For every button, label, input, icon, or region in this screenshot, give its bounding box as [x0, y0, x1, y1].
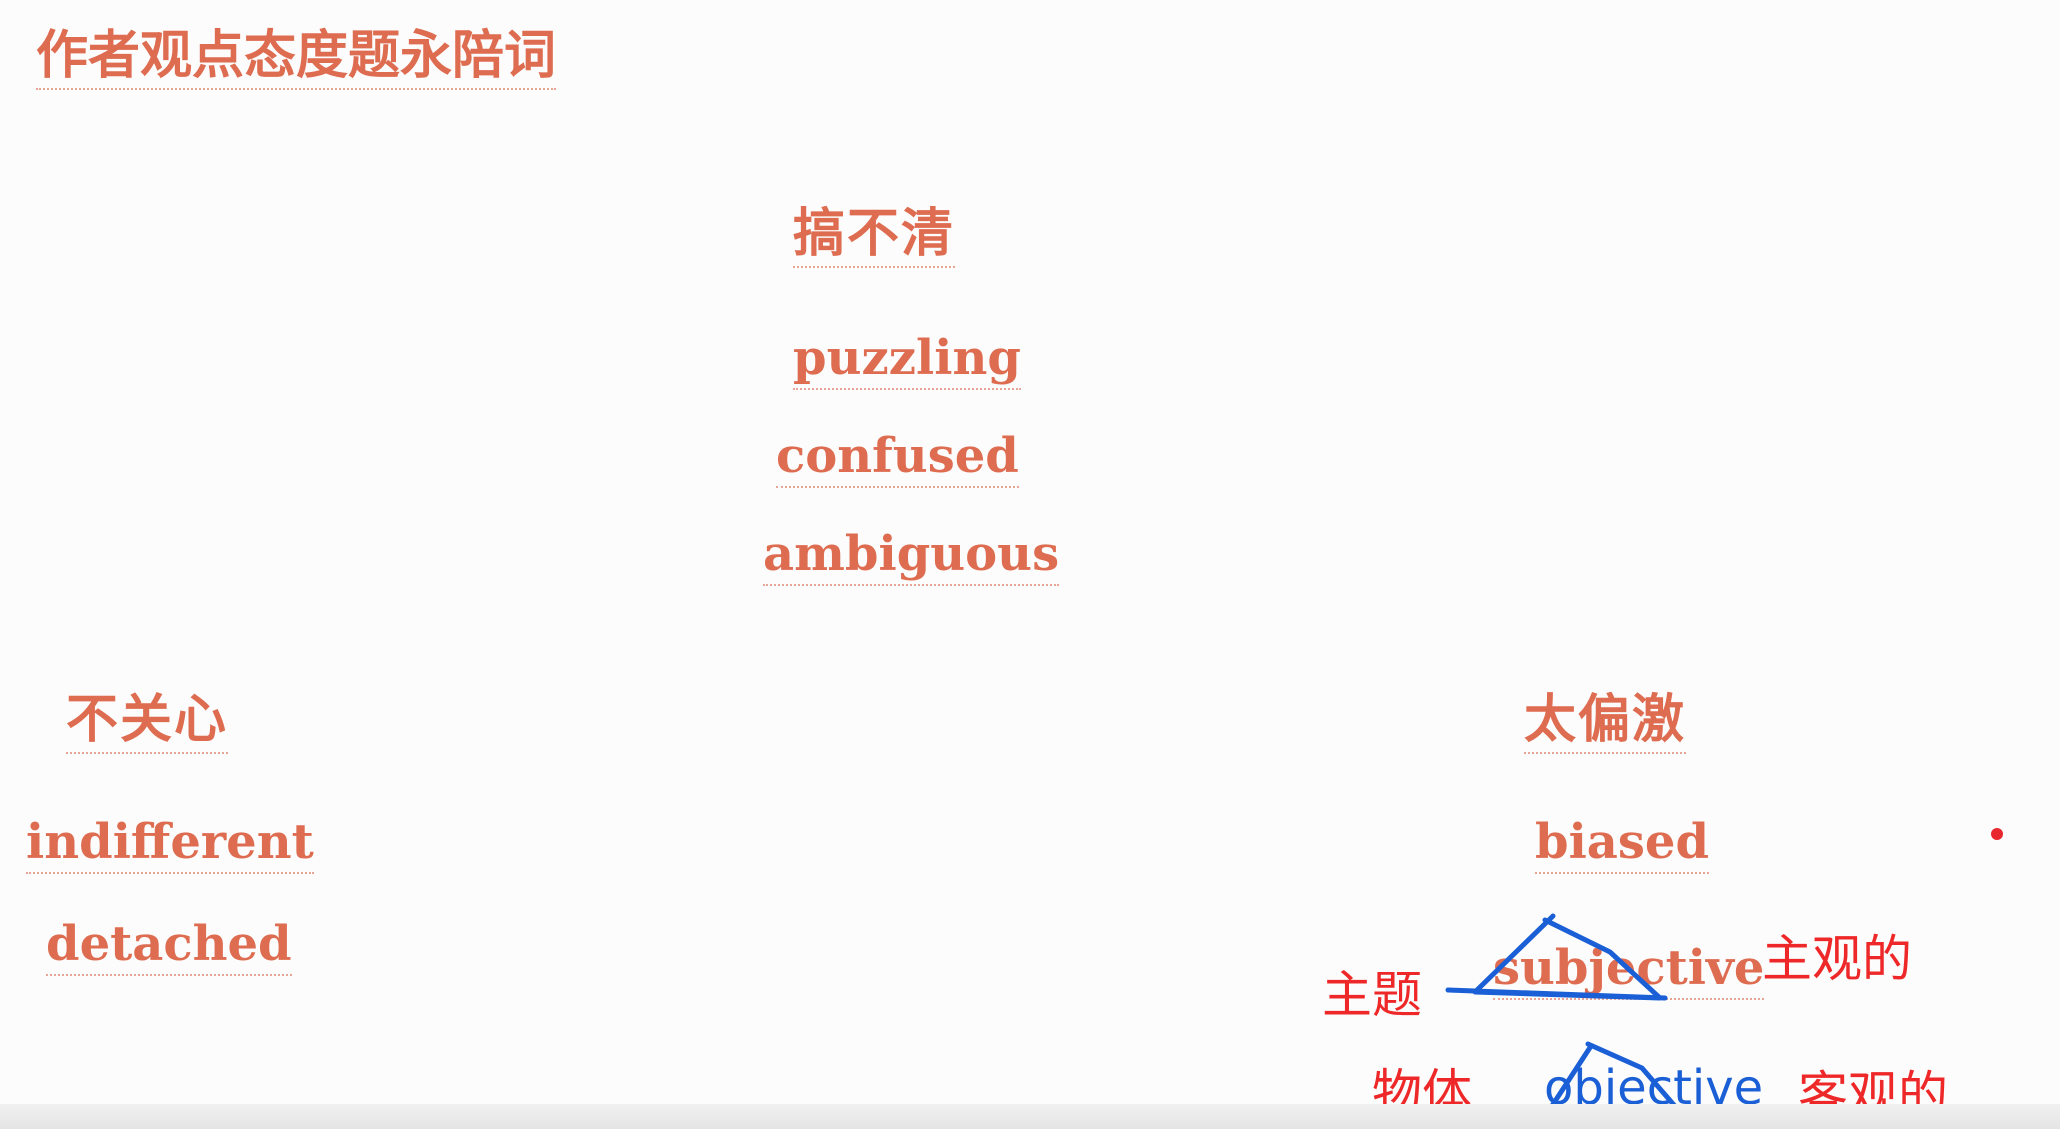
word-detached: detached: [46, 920, 292, 976]
word-ambiguous: ambiguous: [763, 530, 1060, 586]
word-indifferent: indifferent: [26, 818, 314, 874]
word-confused: confused: [776, 432, 1019, 488]
heading-indifferent: 不关心: [66, 694, 229, 754]
word-biased: biased: [1535, 818, 1710, 874]
heading-biased: 太偏激: [1524, 694, 1687, 754]
bottom-shadow-bar: [0, 1104, 2060, 1129]
handwritten-subject-cn: 主题: [1322, 966, 1422, 1024]
handwritten-subjective-cn: 主观的: [1762, 930, 1912, 988]
pen-cursor-dot: [1991, 828, 2003, 840]
slide-canvas: 作者观点态度题永陪词 搞不清 puzzling confused ambiguo…: [0, 0, 2060, 1129]
heading-puzzled: 搞不清: [793, 208, 956, 268]
slide-title: 作者观点态度题永陪词: [36, 30, 557, 90]
word-puzzling: puzzling: [793, 334, 1021, 390]
word-subjective: subjective: [1493, 944, 1765, 1000]
